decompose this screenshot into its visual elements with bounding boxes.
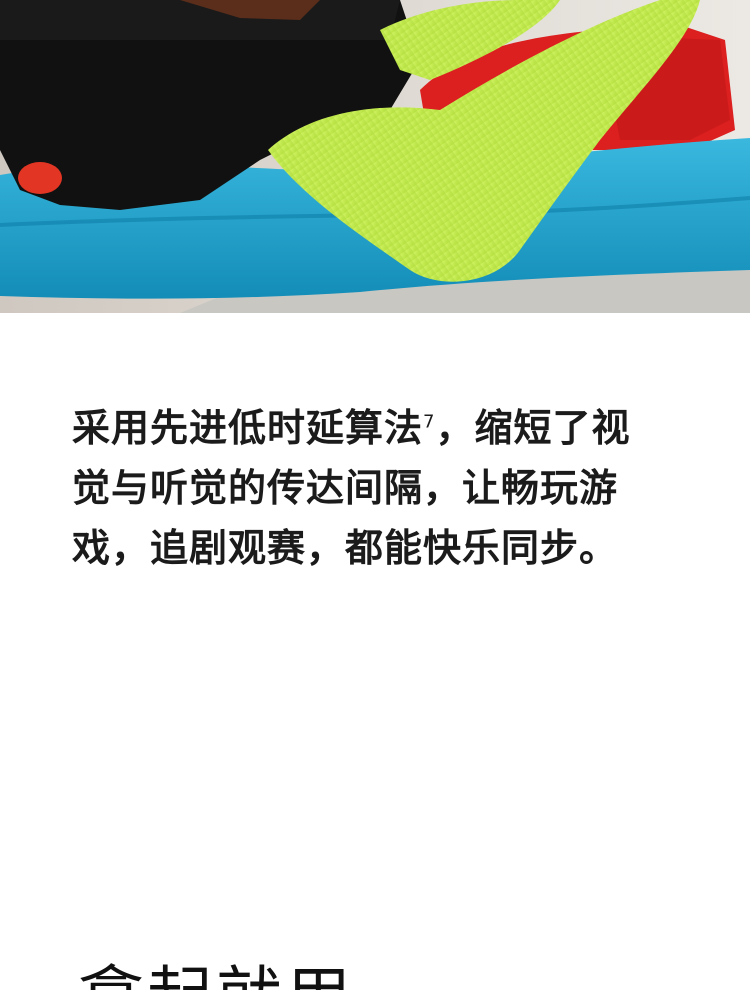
feature-description: 采用先进低时延算法7，缩短了视 觉与听觉的传达间隔，让畅玩游 戏，追剧观赛，都能… <box>72 398 682 578</box>
photo-image <box>0 0 750 313</box>
footnote-marker[interactable]: 7 <box>423 411 435 432</box>
next-section-heading: 拿起就用 <box>78 958 354 990</box>
description-line-1-text: 采用先进低时延算法 <box>72 406 424 450</box>
description-line-3: 戏，追剧观赛，都能快乐同步。 <box>72 526 619 570</box>
description-line-1: 采用先进低时延算法7，缩短了视 <box>72 398 682 458</box>
description-line-1-tail: ，缩短了视 <box>435 406 631 450</box>
hero-image <box>0 0 750 313</box>
product-detail-page: 采用先进低时延算法7，缩短了视 觉与听觉的传达间隔，让畅玩游 戏，追剧观赛，都能… <box>0 0 750 990</box>
description-line-2: 觉与听觉的传达间隔，让畅玩游 <box>72 466 619 510</box>
